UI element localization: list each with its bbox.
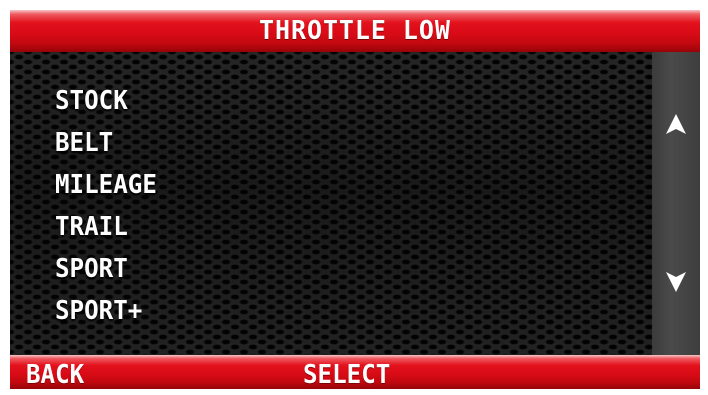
menu-item-stock[interactable]: STOCK xyxy=(55,80,157,122)
title-bar: THROTTLE LOW xyxy=(10,10,700,52)
triangle-up-icon xyxy=(666,114,686,134)
triangle-down-icon xyxy=(666,272,686,292)
select-button[interactable]: SELECT xyxy=(303,355,390,390)
menu-item-sport-plus[interactable]: SPORT+ xyxy=(55,290,157,332)
scroll-up-button[interactable] xyxy=(664,112,688,136)
throttle-low-screen: THROTTLE LOW STOCK BELT MILEAGE TRAIL SP… xyxy=(0,0,708,395)
menu-item-sport[interactable]: SPORT xyxy=(55,248,157,290)
page-title: THROTTLE LOW xyxy=(259,16,451,46)
menu-panel: STOCK BELT MILEAGE TRAIL SPORT SPORT+ xyxy=(10,52,652,355)
menu-item-mileage[interactable]: MILEAGE xyxy=(55,164,157,206)
menu-item-trail[interactable]: TRAIL xyxy=(55,206,157,248)
mode-list: STOCK BELT MILEAGE TRAIL SPORT SPORT+ xyxy=(55,80,165,332)
back-button[interactable]: BACK xyxy=(26,355,84,390)
scrollbar[interactable] xyxy=(652,52,700,355)
menu-item-belt[interactable]: BELT xyxy=(55,122,157,164)
scroll-down-button[interactable] xyxy=(664,270,688,294)
soft-key-bar: BACK SELECT xyxy=(10,355,700,390)
